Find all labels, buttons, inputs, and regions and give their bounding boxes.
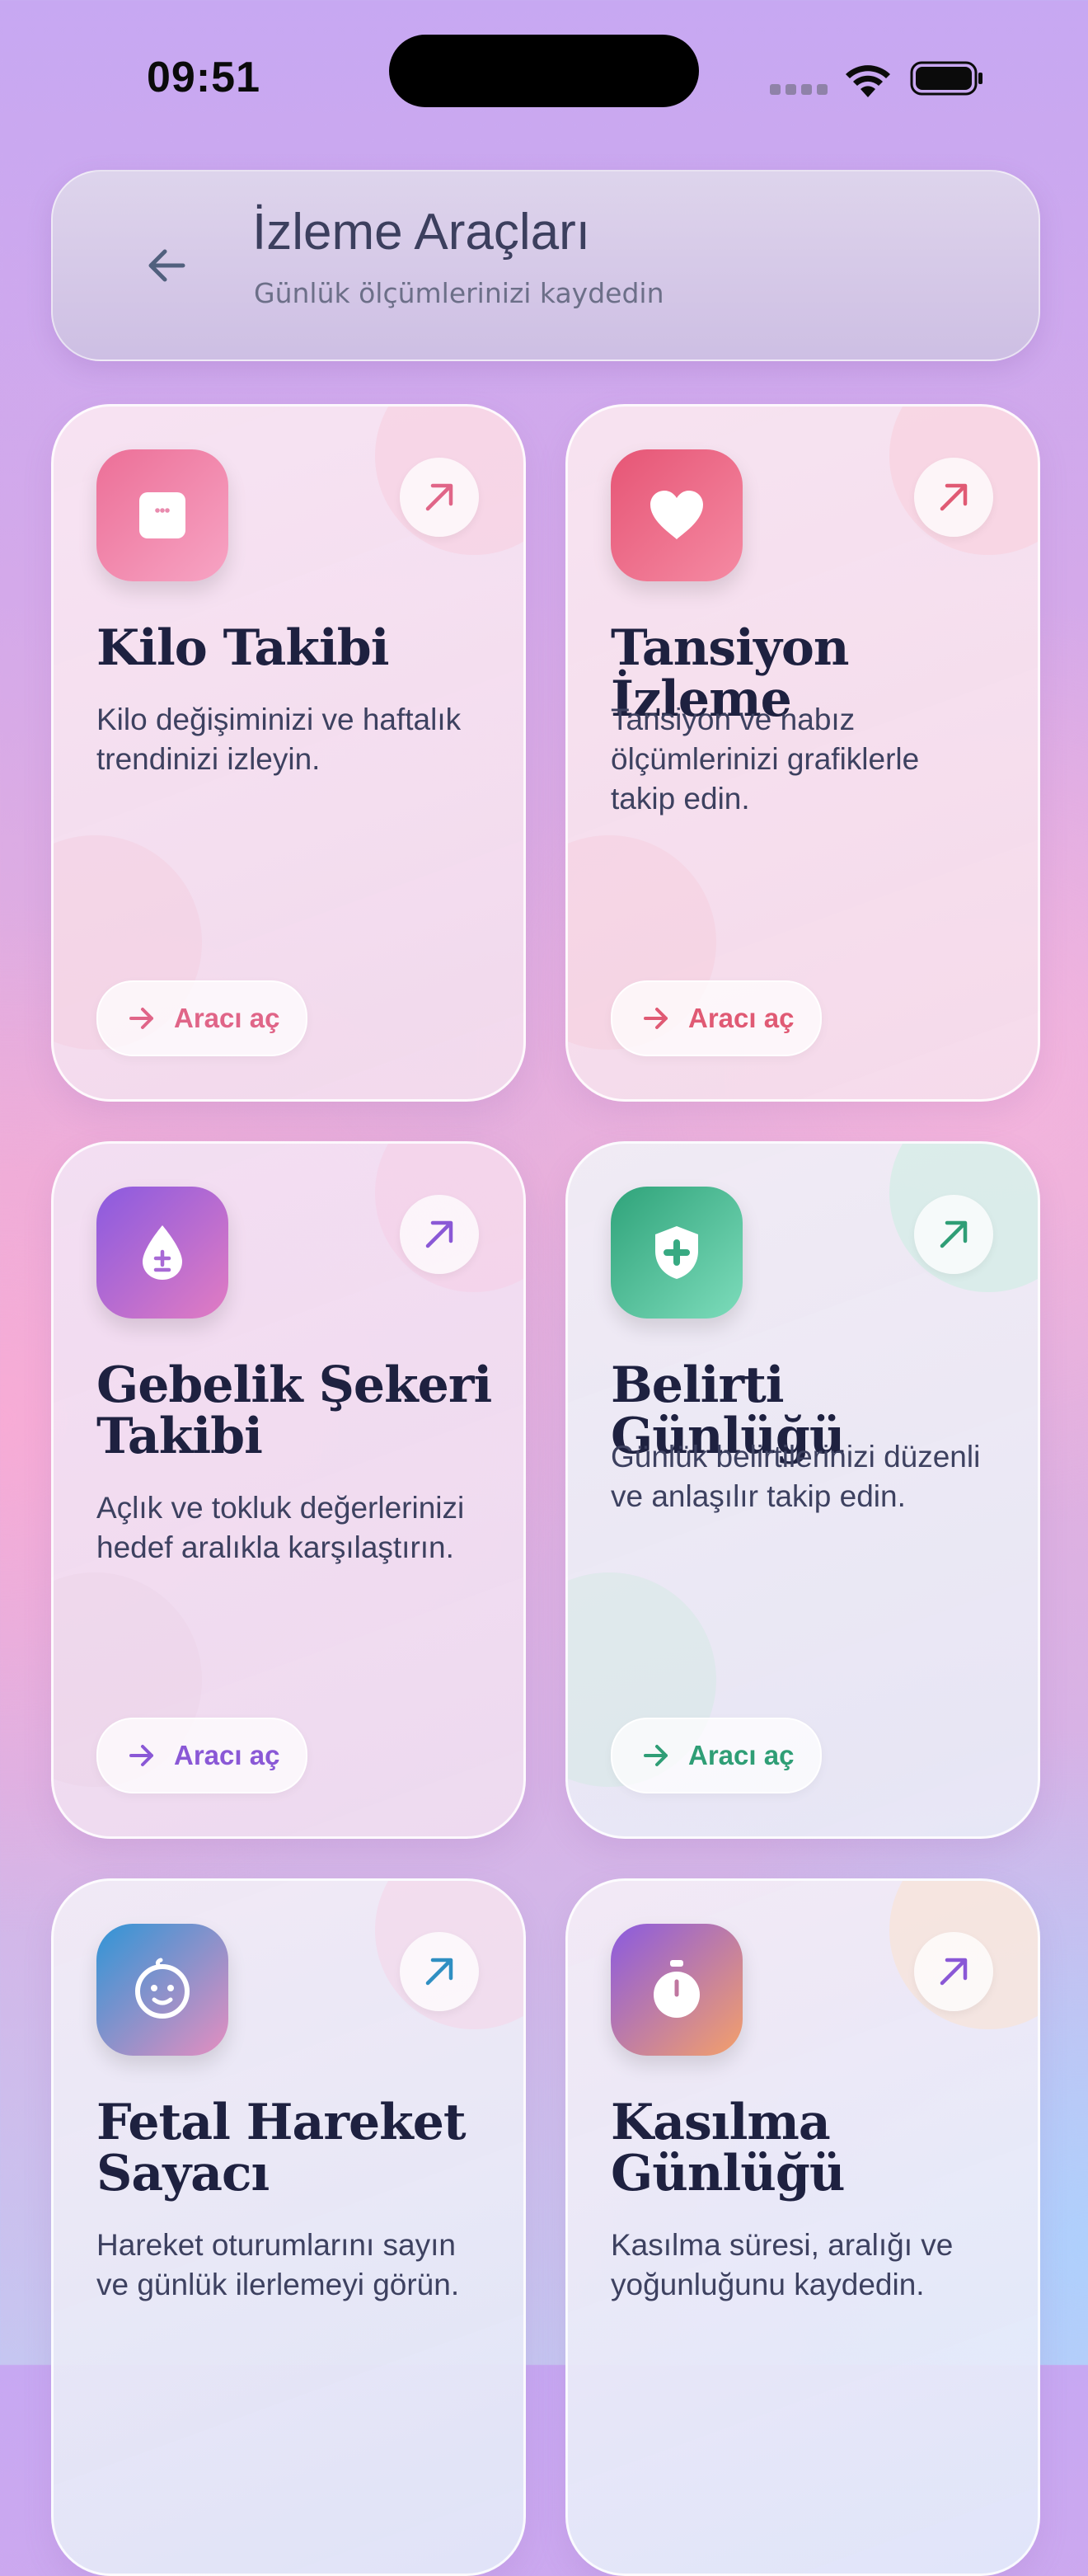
open-tool-button[interactable]: Aracı aç [96, 1718, 308, 1793]
open-tool-label: Aracı aç [688, 1003, 795, 1033]
shield-plus-icon [611, 1187, 743, 1319]
open-arrow-button[interactable] [914, 458, 993, 537]
page-header: İzleme Araçları Günlük ölçümlerinizi kay… [51, 170, 1040, 361]
arrow-left-icon [148, 249, 185, 282]
open-arrow-button[interactable] [400, 458, 479, 537]
tool-card-weight[interactable]: Kilo Takibi Kilo değişiminizi ve haftalı… [51, 404, 526, 1102]
heart-icon [611, 449, 743, 581]
open-tool-label: Aracı aç [688, 1740, 795, 1770]
tool-card-glucose[interactable]: Gebelik Şekeri Takibi Açlık ve tokluk de… [51, 1141, 526, 1839]
arrow-up-right-icon [940, 1220, 968, 1248]
arrow-right-icon [129, 1745, 153, 1766]
dynamic-island [389, 35, 699, 107]
open-tool-button[interactable]: Aracı aç [611, 1718, 823, 1793]
open-arrow-button[interactable] [400, 1932, 479, 2011]
card-title: Gebelik Şekeri Takibi [96, 1356, 492, 1465]
stopwatch-icon [611, 1924, 743, 2056]
card-title: Kasılma Günlüğü [611, 2094, 845, 2202]
arrow-up-right-icon [940, 483, 968, 511]
open-arrow-button[interactable] [914, 1195, 993, 1274]
card-description: Günlük belirtilerinizi düzenli ve anlaşı… [611, 1440, 981, 1513]
arrow-right-icon [129, 1008, 153, 1029]
tool-card-fetal-movement[interactable]: Fetal Hareket Sayacı Hareket oturumların… [51, 1878, 526, 2576]
tool-card-blood-pressure[interactable]: Tansiyon İzleme Tansiyon ve nabız ölçüml… [565, 404, 1040, 1102]
card-description: Hareket oturumlarını sayın ve günlük ile… [96, 2228, 460, 2301]
page-title: İzleme Araçları [252, 204, 591, 261]
open-tool-button[interactable]: Aracı aç [611, 980, 823, 1056]
card-description: Açlık ve tokluk değerlerinizi hedef aral… [96, 1491, 465, 1564]
scale-icon [96, 449, 228, 581]
open-arrow-button[interactable] [914, 1932, 993, 2011]
card-title: Kilo Takibi [96, 619, 390, 677]
battery-icon [910, 61, 982, 96]
card-description: Tansiyon ve nabız ölçümlerinizi grafikle… [611, 703, 920, 816]
open-tool-button[interactable]: Aracı aç [96, 980, 308, 1056]
open-tool-label: Aracı aç [174, 1003, 280, 1033]
tool-card-contractions[interactable]: Kasılma Günlüğü Kasılma süresi, aralığı … [565, 1878, 1040, 2576]
status-bar: 09:51 [0, 0, 1088, 165]
arrow-right-icon [644, 1008, 668, 1029]
wifi-icon [846, 65, 890, 97]
open-tool-label: Aracı aç [174, 1740, 280, 1770]
baby-face-icon [96, 1924, 228, 2056]
tool-card-symptoms[interactable]: Belirti Günlüğü Günlük belirtilerinizi d… [565, 1141, 1040, 1839]
blood-drop-icon [96, 1187, 228, 1319]
card-title: Fetal Hareket Sayacı [96, 2094, 467, 2202]
arrow-up-right-icon [425, 1220, 453, 1248]
back-button[interactable] [132, 231, 201, 300]
card-description: Kasılma süresi, aralığı ve yoğunluğunu k… [611, 2228, 954, 2301]
arrow-up-right-icon [425, 483, 453, 511]
status-time: 09:51 [147, 54, 260, 101]
arrow-up-right-icon [940, 1958, 968, 1986]
open-arrow-button[interactable] [400, 1195, 479, 1274]
cellular-signal-icon [770, 84, 828, 96]
card-description: Kilo değişiminizi ve haftalık trendinizi… [96, 703, 462, 776]
arrow-up-right-icon [425, 1958, 453, 1986]
page-subtitle: Günlük ölçümlerinizi kaydedin [254, 277, 664, 309]
arrow-right-icon [644, 1745, 668, 1766]
